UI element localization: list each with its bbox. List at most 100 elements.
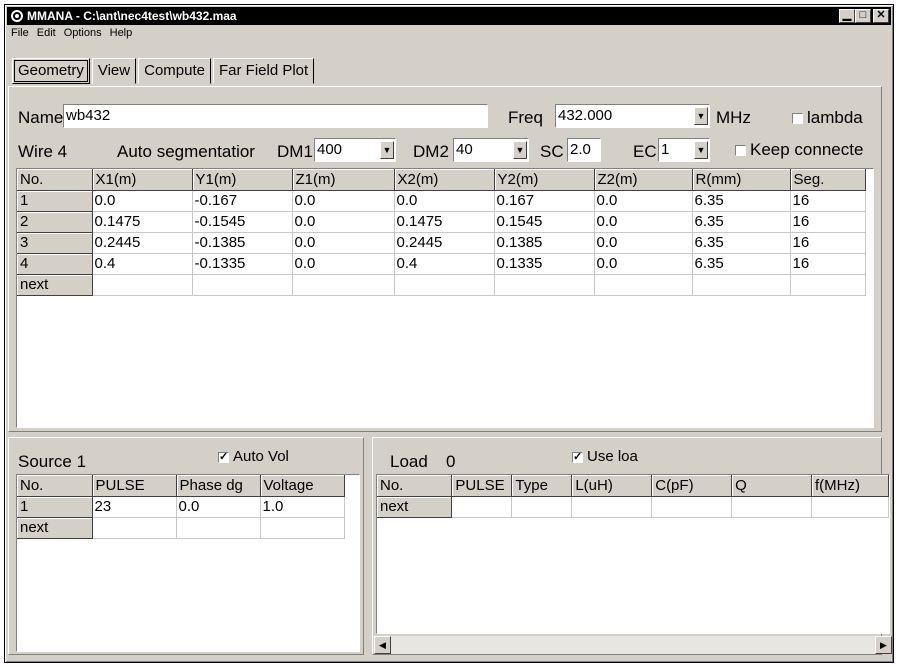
cell[interactable]: 0.167: [494, 190, 595, 212]
cell[interactable]: [451, 496, 513, 518]
cell[interactable]: -0.1385: [192, 232, 293, 254]
cell[interactable]: -0.167: [192, 190, 293, 212]
cell[interactable]: [494, 274, 595, 296]
cell[interactable]: 6.35: [692, 190, 791, 212]
tab-view[interactable]: View: [91, 58, 137, 84]
row-header[interactable]: 3: [17, 232, 93, 254]
menu-file[interactable]: File: [11, 27, 29, 43]
cell[interactable]: 0.0: [594, 232, 693, 254]
col-header-pulse[interactable]: PULSE: [451, 475, 513, 497]
cell[interactable]: 0.0: [292, 232, 395, 254]
maximize-button[interactable]: □: [855, 9, 871, 23]
cell[interactable]: [394, 274, 495, 296]
col-header-z1[interactable]: Z1(m): [292, 169, 395, 191]
col-header-type[interactable]: Type: [511, 475, 573, 497]
cell[interactable]: [811, 496, 889, 518]
tab-compute[interactable]: Compute: [138, 58, 211, 84]
col-header-x1[interactable]: X1(m): [92, 169, 193, 191]
source-table[interactable]: No. PULSE Phase dg Voltage 1 23 0.0 1.0 …: [16, 474, 360, 652]
row-header[interactable]: 1: [17, 190, 93, 212]
cell[interactable]: 0.4: [394, 253, 495, 275]
col-header-no[interactable]: No.: [377, 475, 453, 497]
auto-vol-check-box[interactable]: ✓: [218, 451, 229, 463]
col-header-q[interactable]: Q: [731, 475, 813, 497]
cell[interactable]: 0.0: [594, 253, 693, 275]
cell[interactable]: [511, 496, 573, 518]
cell[interactable]: 0.1545: [494, 211, 595, 233]
col-header-seg[interactable]: Seg.: [790, 169, 866, 191]
cell[interactable]: 0.2445: [394, 232, 495, 254]
cell[interactable]: [571, 496, 653, 518]
cell[interactable]: 0.1335: [494, 253, 595, 275]
ec-dropdown-arrow[interactable]: ▼: [694, 141, 708, 159]
cell[interactable]: 0.0: [292, 190, 395, 212]
sc-input[interactable]: 2.0: [567, 138, 601, 162]
cell[interactable]: [651, 496, 733, 518]
row-header[interactable]: 1: [17, 496, 93, 518]
freq-select[interactable]: 432.000: [555, 104, 710, 128]
col-header-pulse[interactable]: PULSE: [92, 475, 177, 497]
cell[interactable]: 0.1475: [92, 211, 193, 233]
col-header-phase[interactable]: Phase dg: [176, 475, 261, 497]
cell[interactable]: 16: [790, 253, 866, 275]
tab-geometry[interactable]: Geometry: [12, 58, 90, 84]
col-header-y2[interactable]: Y2(m): [494, 169, 595, 191]
lambda-checkbox[interactable]: lambda: [792, 108, 863, 128]
menu-options[interactable]: Options: [64, 27, 102, 43]
lambda-check-box[interactable]: [792, 113, 803, 125]
scroll-left-button[interactable]: ◀: [374, 636, 391, 654]
use-load-checkbox[interactable]: ✓ Use loa: [572, 448, 638, 465]
cell[interactable]: 0.1385: [494, 232, 595, 254]
keep-connected-checkbox[interactable]: Keep connecte: [735, 140, 863, 160]
load-table[interactable]: No. PULSE Type L(uH) C(pF) Q f(MHz) next: [376, 474, 890, 634]
cell[interactable]: [594, 274, 693, 296]
col-header-voltage[interactable]: Voltage: [260, 475, 345, 497]
col-header-y1[interactable]: Y1(m): [192, 169, 293, 191]
cell[interactable]: [692, 274, 791, 296]
cell[interactable]: 0.0: [92, 190, 193, 212]
cell[interactable]: [790, 274, 866, 296]
cell[interactable]: [731, 496, 813, 518]
cell[interactable]: 16: [790, 190, 866, 212]
cell[interactable]: 6.35: [692, 232, 791, 254]
freq-dropdown-arrow[interactable]: ▼: [694, 107, 708, 125]
dm2-dropdown-arrow[interactable]: ▼: [513, 141, 527, 159]
cell[interactable]: 16: [790, 211, 866, 233]
menu-edit[interactable]: Edit: [37, 27, 56, 43]
close-button[interactable]: ✕: [873, 9, 889, 23]
menu-help[interactable]: Help: [110, 27, 133, 43]
cell[interactable]: [92, 517, 177, 539]
col-header-freq[interactable]: f(MHz): [811, 475, 889, 497]
row-header[interactable]: next: [377, 496, 453, 518]
dm1-dropdown-arrow[interactable]: ▼: [380, 141, 394, 159]
col-header-x2[interactable]: X2(m): [394, 169, 495, 191]
cell[interactable]: -0.1545: [192, 211, 293, 233]
row-header[interactable]: 2: [17, 211, 93, 233]
name-input[interactable]: wb432: [63, 104, 488, 128]
minimize-button[interactable]: ▁: [839, 9, 855, 23]
cell[interactable]: 1.0: [260, 496, 345, 518]
cell[interactable]: 0.0: [176, 496, 261, 518]
scroll-right-button[interactable]: ▶: [875, 636, 892, 654]
row-header[interactable]: next: [17, 517, 93, 539]
load-horizontal-scrollbar[interactable]: ◀ ▶: [374, 636, 892, 654]
col-header-z2[interactable]: Z2(m): [594, 169, 693, 191]
cell[interactable]: 0.0: [292, 211, 395, 233]
cell[interactable]: 0.0: [594, 211, 693, 233]
cell[interactable]: [260, 517, 345, 539]
cell[interactable]: [176, 517, 261, 539]
cell[interactable]: [92, 274, 193, 296]
cell[interactable]: 6.35: [692, 253, 791, 275]
tab-far-field-plot[interactable]: Far Field Plot: [212, 58, 315, 84]
cell[interactable]: 23: [92, 496, 177, 518]
keep-connected-check-box[interactable]: [735, 145, 746, 157]
cell[interactable]: 6.35: [692, 211, 791, 233]
cell[interactable]: [192, 274, 293, 296]
col-header-inductance[interactable]: L(uH): [571, 475, 653, 497]
col-header-radius[interactable]: R(mm): [692, 169, 791, 191]
row-header[interactable]: 4: [17, 253, 93, 275]
use-load-check-box[interactable]: ✓: [572, 451, 583, 463]
cell[interactable]: [292, 274, 395, 296]
row-header[interactable]: next: [17, 274, 93, 296]
auto-vol-checkbox[interactable]: ✓ Auto Vol: [218, 448, 289, 465]
